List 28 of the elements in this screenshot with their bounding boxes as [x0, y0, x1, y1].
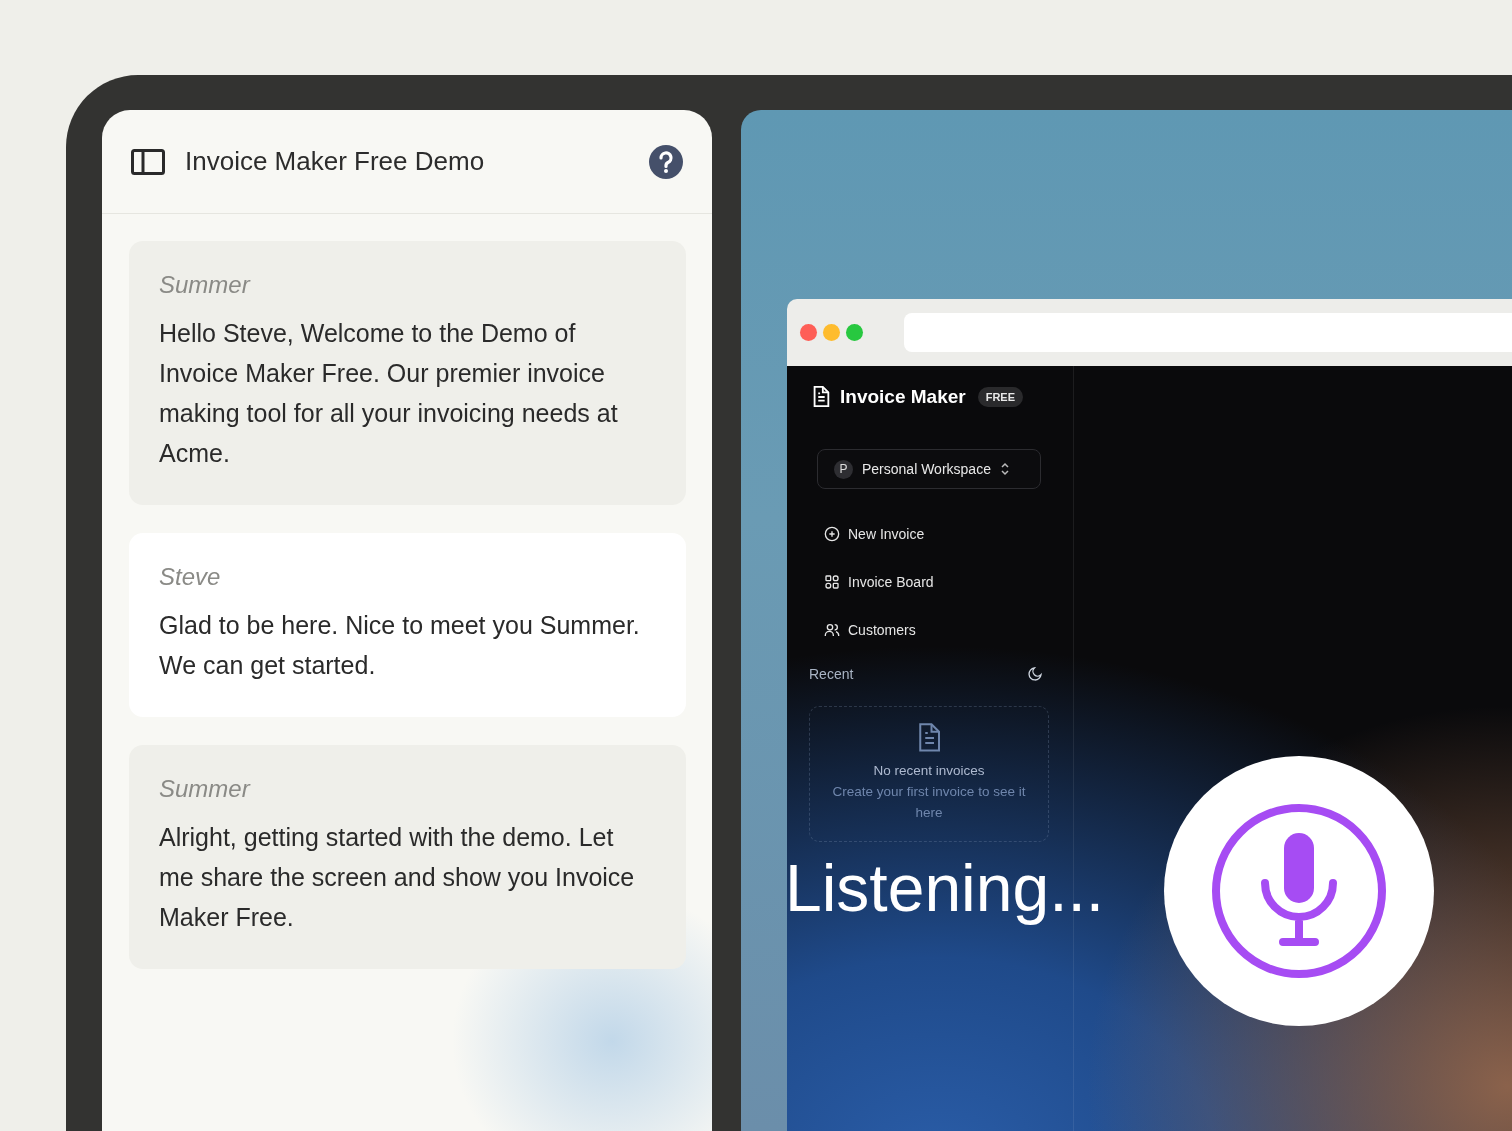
- moon-icon[interactable]: [1027, 666, 1043, 682]
- speaker-name: Steve: [159, 563, 222, 591]
- help-icon[interactable]: [649, 144, 683, 179]
- listening-status: Listening...: [785, 850, 1105, 926]
- workspace-switcher[interactable]: P Personal Workspace: [817, 449, 1041, 489]
- message-text: Glad to be here. Nice to meet you Summer. We can get started.: [159, 610, 641, 681]
- users-icon: [824, 622, 840, 638]
- nav-item[interactable]: Invoice Board: [824, 558, 1051, 606]
- close-icon[interactable]: [800, 324, 817, 341]
- message-text: Hello Steve, Welcome to the Demo of Invoice Maker Free. Our premier invoice making tool for all your invoicing needs at Acme.: [159, 318, 619, 469]
- empty-title: No recent invoices: [873, 763, 985, 778]
- speaker-name: Summer: [159, 271, 252, 299]
- sidebar-toggle-icon[interactable]: [131, 148, 165, 175]
- message-text: Alright, getting started with the demo. Let me share the screen and show you Invoice Maker Free.: [159, 822, 636, 933]
- plus-circle-icon: [824, 526, 840, 542]
- nav-item[interactable]: Customers: [824, 606, 1051, 654]
- grid-icon: [824, 574, 840, 590]
- microphone-icon: [1211, 803, 1387, 979]
- empty-hint: Create your first invoice to see it here: [831, 783, 1027, 822]
- recent-heading: Recent: [809, 666, 854, 682]
- chat-title: Invoice Maker Free Demo: [185, 146, 486, 177]
- nav-item[interactable]: New Invoice: [824, 510, 1051, 558]
- plan-badge: FREE: [977, 387, 1023, 407]
- document-icon: [811, 386, 831, 408]
- speaker-name: Summer: [159, 775, 252, 803]
- app-name: Invoice Maker: [840, 386, 966, 408]
- chevrons-icon: [999, 462, 1010, 476]
- document-icon: [916, 723, 942, 753]
